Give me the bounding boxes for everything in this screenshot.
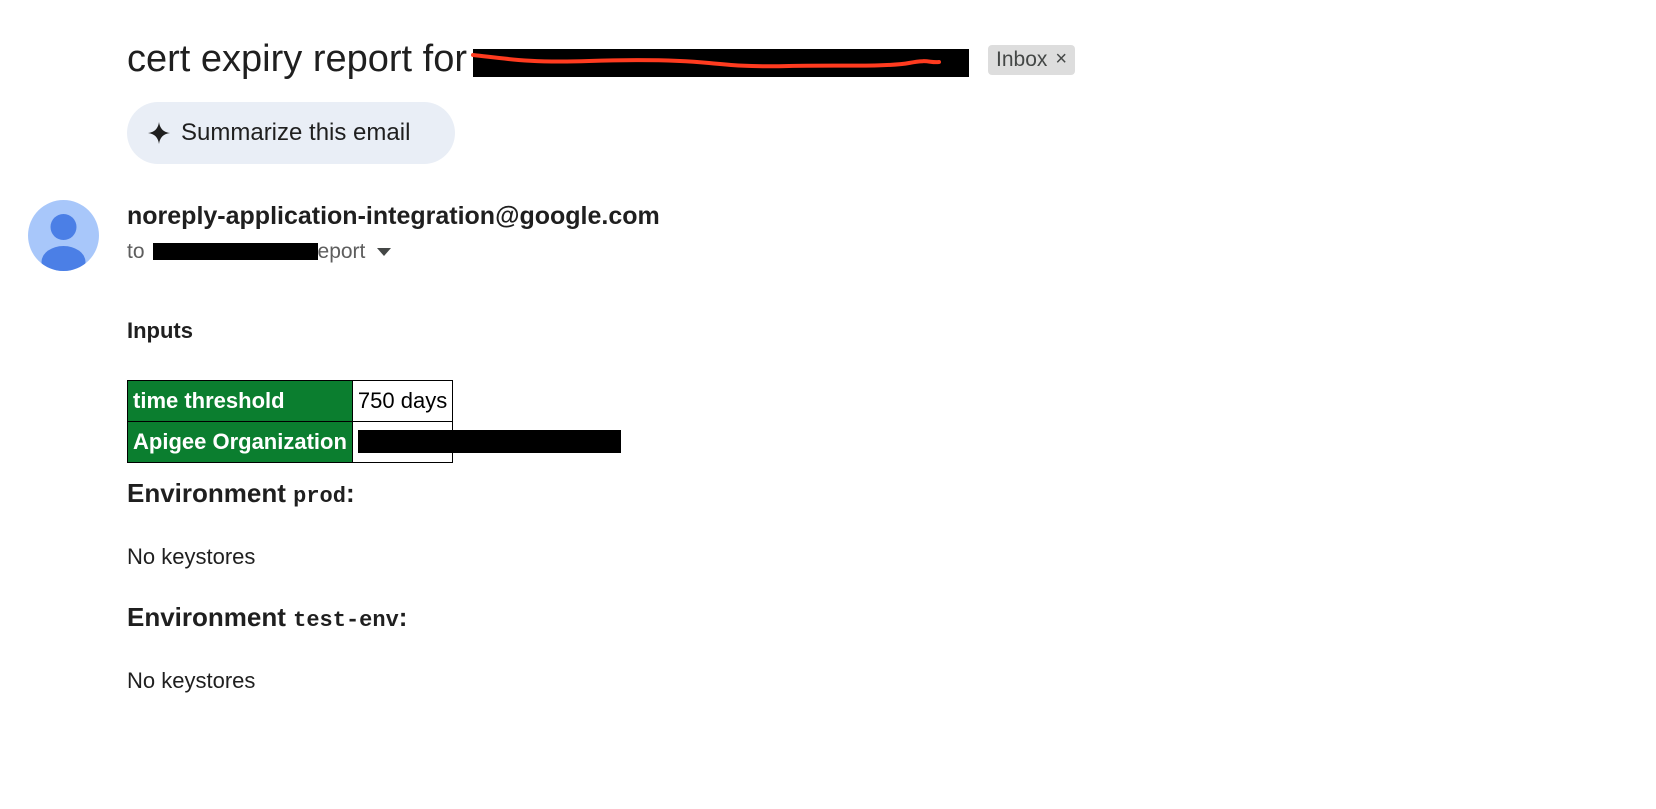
email-body: Inputs time threshold 750 days Apigee Or…	[127, 318, 621, 693]
env-suffix: :	[398, 602, 408, 632]
caret-down-icon[interactable]	[377, 248, 392, 256]
sparkle-icon	[147, 121, 171, 145]
redaction-scribble	[471, 52, 941, 68]
table-row: Apigee Organization ox	[127, 421, 621, 463]
table-value-cell: 750 days	[351, 380, 454, 422]
recipient-redaction	[152, 243, 318, 260]
org-redaction	[357, 430, 621, 453]
sender-address[interactable]: noreply-application-integration@google.c…	[127, 202, 660, 231]
table-row: time threshold 750 days	[127, 380, 454, 422]
close-icon[interactable]: ×	[1055, 48, 1067, 71]
subject-redaction	[469, 43, 969, 77]
env-name: test-env	[293, 608, 399, 633]
environment-message: No keystores	[127, 544, 256, 569]
table-key-cell: time threshold	[127, 380, 353, 422]
summarize-label: Summarize this email	[181, 119, 411, 146]
summarize-email-button[interactable]: Summarize this email	[127, 102, 455, 164]
environment-heading: Environment test-env:	[127, 602, 407, 633]
table-key-cell: Apigee Organization	[127, 421, 353, 463]
sender-avatar[interactable]	[28, 200, 99, 271]
email-subject: cert expiry report for	[127, 38, 467, 80]
env-prefix: Environment	[127, 602, 286, 632]
env-suffix: :	[345, 478, 355, 508]
environment-message: No keystores	[127, 668, 256, 693]
inbox-label-chip[interactable]: Inbox ×	[988, 44, 1076, 75]
environment-heading: Environment prod:	[127, 478, 355, 509]
recipient-prefix: to	[127, 240, 145, 263]
inputs-heading: Inputs	[127, 318, 193, 343]
person-icon	[41, 214, 86, 271]
env-name: prod	[293, 484, 346, 509]
inbox-label-text: Inbox	[996, 47, 1048, 71]
subject-row: cert expiry report for Inbox ×	[127, 38, 1076, 81]
table-value-cell: ox	[351, 421, 621, 463]
env-prefix: Environment	[127, 478, 286, 508]
inputs-table: time threshold 750 days Apigee Organizat…	[127, 380, 621, 463]
recipient-row: to eport	[127, 240, 392, 264]
recipient-address: eport	[152, 240, 365, 264]
